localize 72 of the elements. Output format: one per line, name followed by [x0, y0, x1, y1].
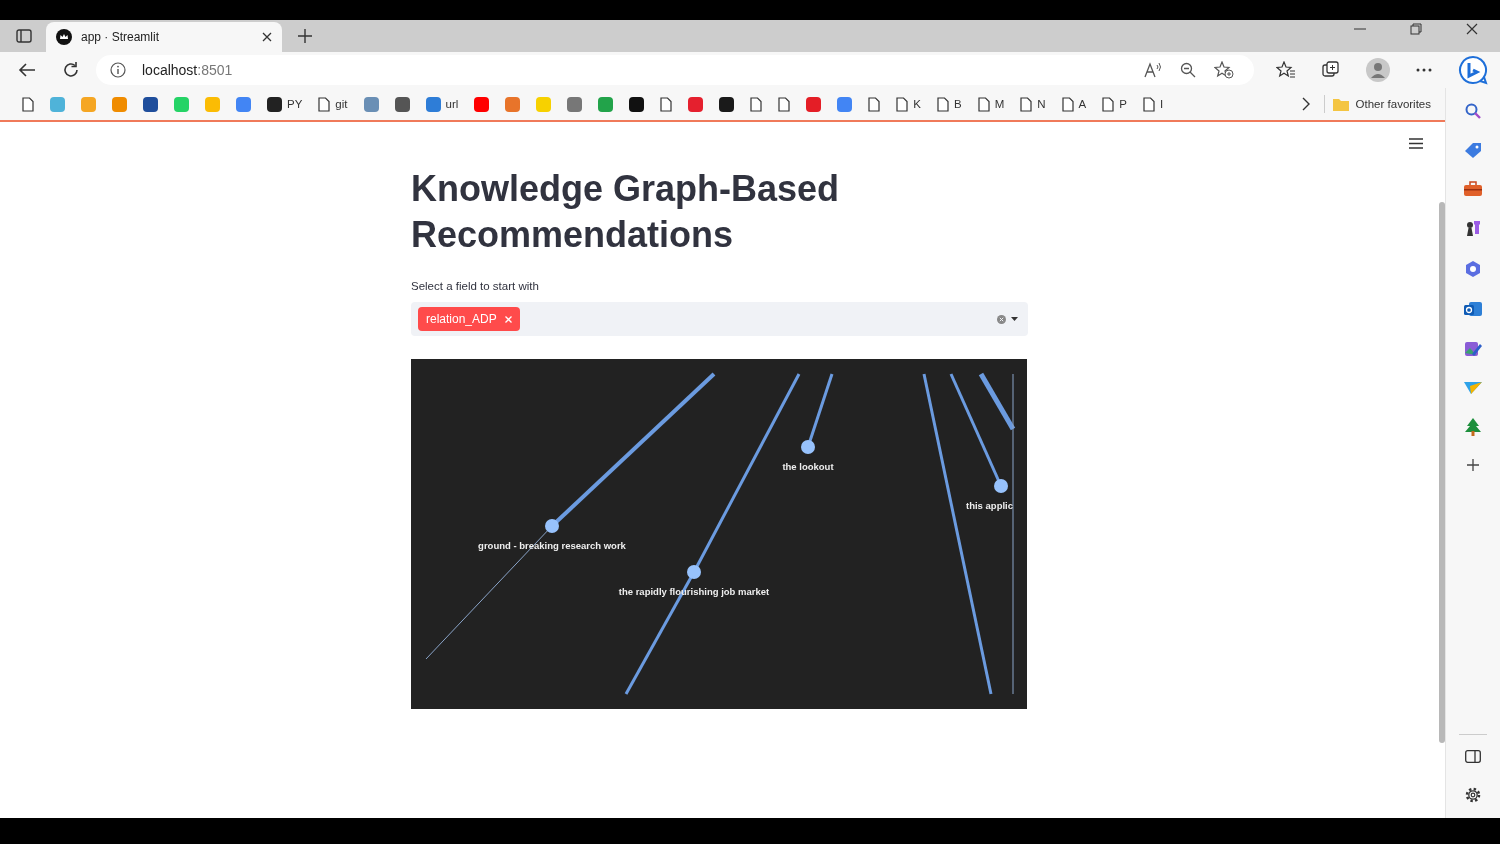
sidebar-panel-icon[interactable]	[1465, 750, 1481, 763]
search-icon[interactable]	[1465, 103, 1481, 119]
bookmark-button[interactable]: A	[1053, 93, 1095, 115]
tab-actions-icon[interactable]	[16, 29, 32, 43]
page-icon	[977, 96, 990, 112]
read-aloud-icon[interactable]	[1144, 62, 1162, 78]
restore-icon[interactable]	[1410, 23, 1422, 35]
page-icon	[1061, 96, 1074, 112]
reload-icon[interactable]	[62, 61, 80, 79]
caret-icon[interactable]	[1011, 317, 1018, 321]
bookmark-button[interactable]: M	[969, 93, 1013, 115]
bookmark-button[interactable]: P	[1094, 93, 1135, 115]
mail-icon[interactable]	[1464, 301, 1482, 317]
bookmark-button[interactable]: url	[417, 93, 467, 115]
favorites-icon[interactable]	[1276, 61, 1296, 79]
chevron-right-icon[interactable]	[1301, 97, 1310, 111]
bookmark-button[interactable]: git	[310, 93, 356, 115]
page-icon	[868, 96, 881, 112]
tab-title: app · Streamlit	[81, 30, 161, 44]
tree-icon[interactable]	[1465, 418, 1481, 436]
graph-node[interactable]	[994, 479, 1008, 493]
other-favorites-button[interactable]: Other favorites	[1328, 94, 1435, 114]
add-favorite-icon[interactable]	[1214, 61, 1234, 79]
browser-tab[interactable]: app · Streamlit	[46, 22, 282, 52]
page-icon	[1102, 96, 1115, 112]
remove-icon[interactable]	[504, 315, 512, 323]
page-icon	[750, 96, 763, 112]
chess-pieces-icon[interactable]	[1464, 219, 1482, 237]
page-icon	[660, 96, 673, 112]
page-icon	[1142, 96, 1155, 112]
graph-node[interactable]	[687, 565, 701, 579]
url-host: localhost	[142, 62, 198, 78]
hexagon-logo-icon[interactable]	[1464, 260, 1482, 278]
image-pen-icon[interactable]	[1464, 340, 1482, 358]
page-icon	[318, 96, 331, 112]
bookmark-button[interactable]: PY	[259, 93, 311, 115]
graph-node[interactable]	[801, 440, 815, 454]
add-icon[interactable]	[1467, 459, 1479, 471]
new-tab-icon[interactable]	[298, 29, 312, 43]
close-icon[interactable]	[1466, 23, 1478, 35]
chat-bubble-logo-icon[interactable]	[1458, 55, 1488, 85]
settings-icon[interactable]	[1464, 786, 1482, 804]
node-label: the lookout	[782, 461, 834, 472]
collections-icon[interactable]	[1322, 61, 1340, 79]
page-icon	[778, 96, 791, 112]
bookmark-button[interactable]: N	[1012, 93, 1054, 115]
page-icon	[936, 96, 949, 112]
field-label: Select a field to start with	[411, 280, 540, 292]
menu-icon[interactable]	[1409, 138, 1423, 149]
page-icon	[22, 96, 34, 112]
folder-icon	[1332, 97, 1349, 111]
page-title: Knowledge Graph-Based Recommendations	[411, 167, 841, 257]
more-icon[interactable]	[1416, 68, 1432, 72]
crown-logo-icon	[56, 29, 72, 45]
url-port: :8501	[197, 62, 233, 78]
profile-avatar-icon[interactable]	[1366, 58, 1390, 82]
tag-icon[interactable]	[1464, 142, 1482, 158]
toolbox-icon[interactable]	[1464, 181, 1482, 196]
back-arrow-icon[interactable]	[18, 62, 36, 78]
graph-node[interactable]	[545, 519, 559, 533]
node-label: this applic	[966, 500, 1013, 511]
zoom-out-icon[interactable]	[1180, 62, 1196, 78]
paper-plane-icon[interactable]	[1464, 381, 1482, 395]
close-icon[interactable]	[262, 32, 272, 42]
clear-icon[interactable]	[997, 314, 1006, 324]
address-bar[interactable]: localhost:8501	[96, 55, 1254, 85]
bookmark-button[interactable]: B	[928, 93, 970, 115]
page-icon	[896, 96, 909, 112]
bookmark-button[interactable]: I	[1134, 93, 1172, 115]
page-icon	[1020, 96, 1033, 112]
info-icon[interactable]	[110, 62, 126, 78]
bookmark-button[interactable]: K	[888, 93, 929, 115]
